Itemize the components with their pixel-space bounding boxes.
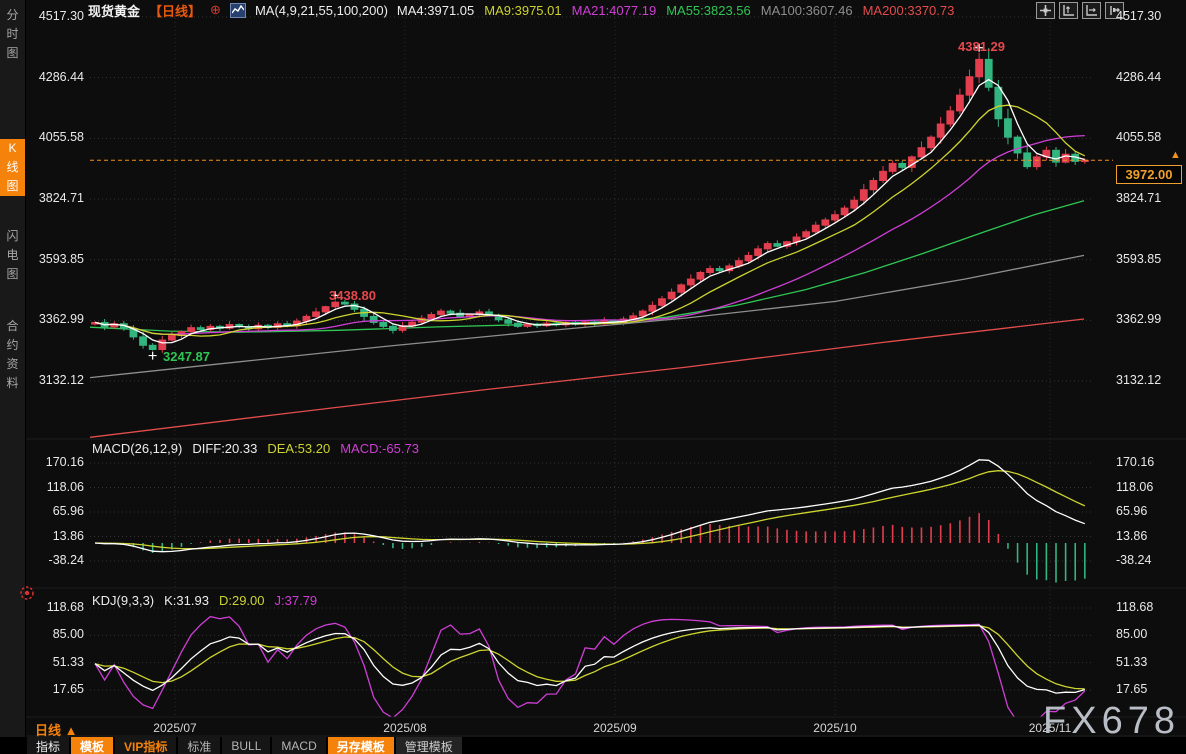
low-price-annotation: 3247.87 xyxy=(163,349,210,364)
tab-另存模板[interactable]: 另存模板 xyxy=(327,737,394,754)
swing-high-annotation: 3438.80 xyxy=(329,288,376,303)
axis-tick-label: -38.24 xyxy=(48,553,84,567)
symbol-title: 现货黄金 xyxy=(88,3,141,19)
axis-tick-label: 65.96 xyxy=(52,504,84,518)
axis-tick-label: 3593.85 xyxy=(1116,251,1162,266)
axis-tick-label: 17.65 xyxy=(1116,682,1148,696)
circle-plus-icon[interactable]: ⊕ xyxy=(210,2,221,18)
axis-tick-label: 118.06 xyxy=(46,479,84,494)
date-tick-label: 2025/07 xyxy=(153,721,197,735)
axis-tick-label: -38.24 xyxy=(1116,553,1152,567)
axis-tick-label: 85.00 xyxy=(1116,627,1148,642)
crosshair-move-icon[interactable] xyxy=(1036,2,1055,19)
axis-tick-label: 118.68 xyxy=(46,600,84,614)
macd-hist-value: MACD:-65.73 xyxy=(340,441,419,456)
bottom-tab-bar: 指标 模板 VIP指标 标准 BULL MACD 另存模板 管理模板 xyxy=(0,737,1186,754)
ma-value-label: MA100:3607.46 xyxy=(760,2,853,18)
period-badge[interactable]: 【日线】 xyxy=(149,1,201,20)
chart-canvas[interactable] xyxy=(0,0,1186,754)
tab-BULL[interactable]: BULL xyxy=(222,737,271,754)
chart-toolbar xyxy=(1036,2,1124,19)
axis-tick-label: 51.33 xyxy=(1116,654,1148,669)
macd-dea-value: DEA:53.20 xyxy=(267,441,331,456)
axis-tick-label: 3593.85 xyxy=(38,251,84,266)
axis-scale-icon[interactable] xyxy=(1059,2,1078,19)
axis-shift-icon[interactable] xyxy=(1082,2,1101,19)
axis-tick-label: 3824.71 xyxy=(38,191,84,205)
sidebar-item-2[interactable]: K 线 图 xyxy=(0,139,25,196)
kdj-j-value: J:37.79 xyxy=(274,593,318,608)
legend-bar: 现货黄金 【日线】 ⊕ MA(4,9,21,55,100,200) MA4:39… xyxy=(88,1,954,20)
axis-tick-label: 3824.71 xyxy=(1116,191,1162,205)
kdj-d-value: D:29.00 xyxy=(218,593,265,608)
axis-tick-label: 4286.44 xyxy=(38,69,84,84)
axis-tick-label: 51.33 xyxy=(52,654,84,669)
axis-tick-label: 3362.99 xyxy=(1116,312,1162,327)
axis-tick-label: 3132.12 xyxy=(38,373,84,387)
axis-tick-label: 4055.58 xyxy=(1116,130,1162,145)
tab-标准[interactable]: 标准 xyxy=(178,737,221,754)
axis-tick-label: 4517.30 xyxy=(38,9,84,23)
axis-tick-label: 4517.30 xyxy=(1116,9,1162,23)
high-price-annotation: 4381.29 xyxy=(958,39,1005,54)
tab-VIP指标[interactable]: VIP指标 xyxy=(115,737,177,754)
axis-tick-label: 3362.99 xyxy=(38,312,84,327)
axis-tick-label: 17.65 xyxy=(52,682,84,696)
axis-tick-label: 13.86 xyxy=(1116,528,1148,543)
kdj-k-value: K:31.93 xyxy=(164,593,209,608)
indicator-icon[interactable] xyxy=(229,2,246,18)
target-marker-icon[interactable] xyxy=(18,584,36,607)
date-tick-label: 2025/09 xyxy=(593,721,637,735)
axis-tick-label: 118.68 xyxy=(1116,600,1154,614)
tab-指标[interactable]: 指标 xyxy=(27,737,70,754)
axis-tick-label: 65.96 xyxy=(1116,504,1148,518)
axis-tick-label: 4055.58 xyxy=(38,130,84,145)
axis-tick-label: 13.86 xyxy=(52,528,84,543)
macd-params-label: MACD(26,12,9) xyxy=(92,441,183,456)
axis-tick-label: 3132.12 xyxy=(1116,373,1162,387)
kdj-params-label: KDJ(9,3,3) xyxy=(92,593,155,608)
axis-tick-label: 118.06 xyxy=(1116,479,1154,494)
price-up-arrow-icon[interactable]: ▲ xyxy=(1170,149,1181,161)
ma-values: MA4:3971.05 MA9:3975.01 MA21:4077.19 MA55:3… xyxy=(397,3,954,18)
axis-tick-label: 85.00 xyxy=(52,627,84,642)
macd-label-row: MACD(26,12,9) DIFF:20.33 DEA:53.20 MACD:… xyxy=(92,441,419,456)
ma-value-label: MA9:3975.01 xyxy=(484,2,562,18)
axis-tick-label: 170.16 xyxy=(45,455,84,469)
date-tick-label: 2025/10 xyxy=(813,721,857,735)
tab-模板[interactable]: 模板 xyxy=(71,737,114,754)
date-tick-label: 2025/08 xyxy=(383,721,427,735)
axis-tick-label: 170.16 xyxy=(1116,455,1155,469)
kdj-label-row: KDJ(9,3,3) K:31.93 D:29.00 J:37.79 xyxy=(92,593,317,608)
last-price-tag: 3972.00 xyxy=(1116,165,1182,184)
ma-value-label: MA4:3971.05 xyxy=(396,2,475,18)
ma-value-label: MA200:3370.73 xyxy=(862,2,955,18)
chart-window: 分 时 图K 线 图闪 电 图合 约 资 料 现货黄金 【日线】 ⊕ MA(4,… xyxy=(0,0,1186,754)
macd-diff-value: DIFF:20.33 xyxy=(192,441,258,456)
ma-value-label: MA21:4077.19 xyxy=(571,2,657,18)
axis-tick-label: 4286.44 xyxy=(1116,69,1162,84)
ma-params-label: MA(4,9,21,55,100,200) xyxy=(254,2,388,18)
ma-value-label: MA55:3823.56 xyxy=(666,2,751,18)
tab-管理模板[interactable]: 管理模板 xyxy=(395,737,462,754)
tab-MACD[interactable]: MACD xyxy=(272,737,326,754)
